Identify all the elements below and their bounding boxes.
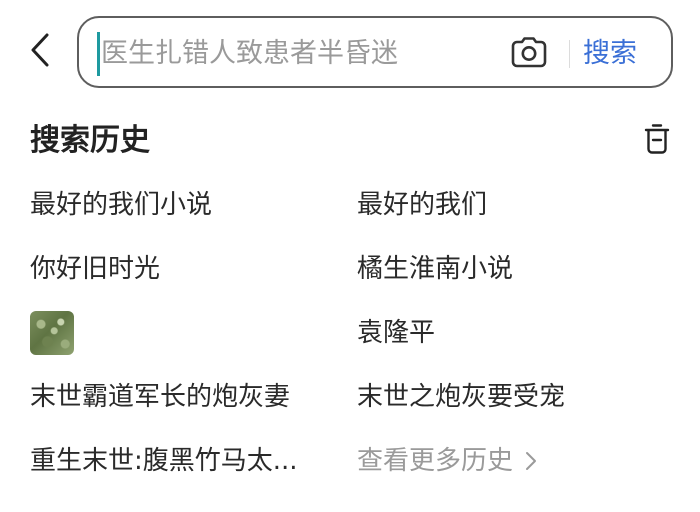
history-title: 搜索历史 (30, 123, 150, 158)
clear-history-button[interactable] (639, 122, 675, 160)
history-item-image-thumbnail[interactable] (30, 311, 74, 355)
text-caret (97, 32, 100, 76)
chevron-right-icon (525, 436, 537, 486)
history-item[interactable]: 袁隆平 (357, 308, 657, 358)
search-submit-button[interactable]: 搜索 (583, 32, 637, 76)
search-box[interactable]: 搜索 (77, 16, 673, 88)
history-item[interactable]: 最好的我们 (357, 180, 657, 230)
camera-search-button[interactable] (509, 34, 549, 74)
history-item[interactable]: 末世之炮灰要受宠 (357, 372, 657, 422)
history-header: 搜索历史 (30, 118, 675, 164)
camera-icon (511, 36, 547, 72)
back-button[interactable] (22, 30, 58, 74)
trash-icon (644, 123, 670, 159)
search-input[interactable] (101, 30, 491, 76)
search-divider (569, 40, 570, 68)
history-item[interactable]: 橘生淮南小说 (357, 244, 657, 294)
history-item[interactable]: 最好的我们小说 (30, 180, 330, 230)
history-item[interactable]: 重生末世:腹黑竹马太... (30, 436, 330, 486)
more-history-link[interactable]: 查看更多历史 (357, 436, 537, 486)
history-item[interactable]: 末世霸道军长的炮灰妻 (30, 372, 330, 422)
search-screen: 搜索 搜索历史 最好的我们小说 最好的我们 你好旧时光 橘生淮南小说 袁隆平 末… (0, 0, 700, 512)
chevron-left-icon (29, 32, 51, 72)
search-topbar: 搜索 (0, 0, 700, 104)
history-item[interactable]: 你好旧时光 (30, 244, 330, 294)
more-history-label: 查看更多历史 (357, 446, 514, 476)
